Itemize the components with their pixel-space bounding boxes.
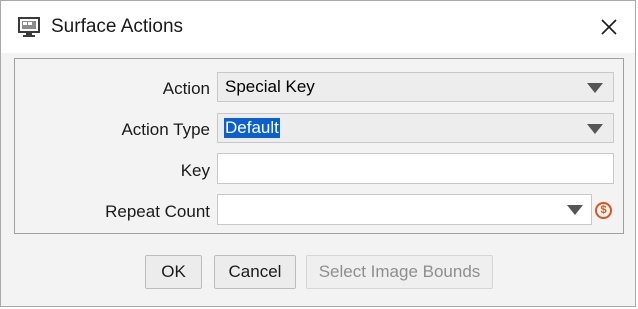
ok-button[interactable]: OK <box>145 255 202 289</box>
action-type-dropdown[interactable]: Default <box>217 113 614 143</box>
chevron-down-icon <box>587 83 603 93</box>
action-dropdown[interactable]: Special Key <box>217 72 614 102</box>
key-input[interactable] <box>217 153 614 184</box>
title-bar: Surface Actions <box>1 1 635 53</box>
surface-actions-dialog: Surface Actions Action Special Key Actio… <box>0 0 636 307</box>
action-type-label: Action Type <box>121 120 210 139</box>
dialog-title: Surface Actions <box>51 16 184 37</box>
action-value: Special Key <box>225 77 315 96</box>
chevron-down-icon <box>587 124 603 134</box>
select-image-bounds-button[interactable]: Select Image Bounds <box>306 255 493 289</box>
close-button[interactable] <box>583 1 635 53</box>
action-type-value: Default <box>224 118 280 138</box>
surface-monitor-icon <box>18 16 40 38</box>
key-label: Key <box>180 161 210 180</box>
close-icon <box>601 19 617 35</box>
cancel-button[interactable]: Cancel <box>214 255 296 289</box>
repeat-count-label: Repeat Count <box>105 202 210 221</box>
repeat-count-combo[interactable] <box>217 194 592 225</box>
action-label: Action <box>162 79 210 98</box>
chevron-down-icon <box>567 205 583 215</box>
variable-icon[interactable]: $ <box>595 202 612 219</box>
